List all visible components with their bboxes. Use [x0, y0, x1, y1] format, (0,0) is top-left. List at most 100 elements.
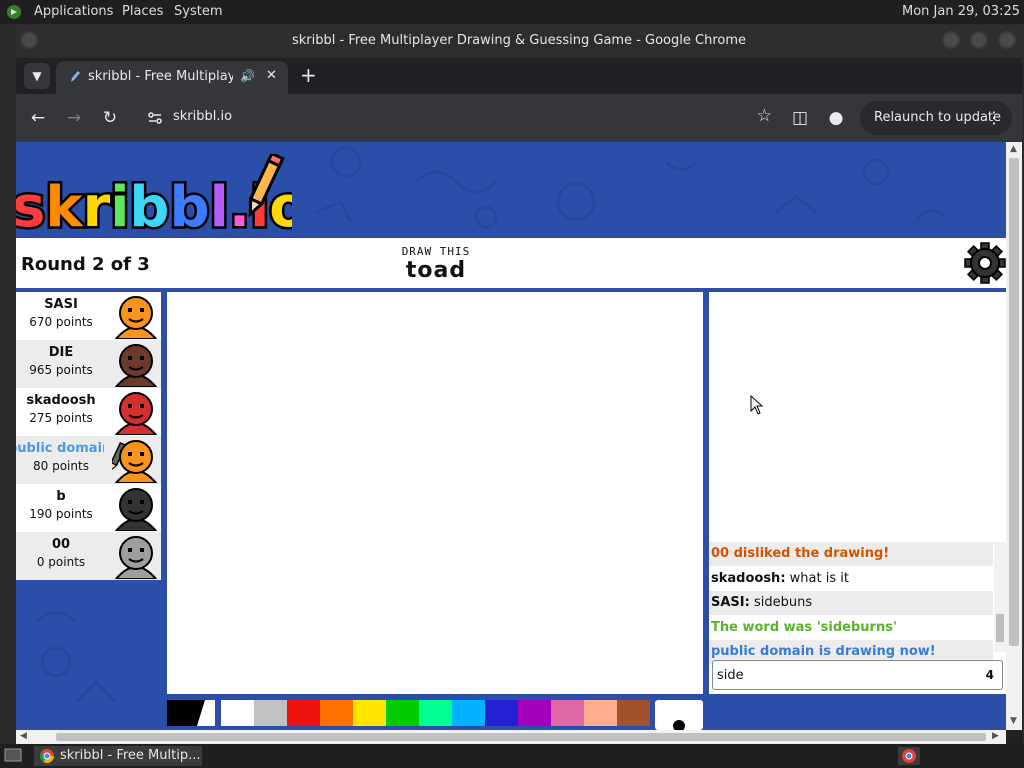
color-swatch[interactable] [584, 700, 617, 726]
taskbar-chrome-window[interactable]: skribbl - Free Multip... [34, 746, 202, 766]
page-scroll-thumb[interactable] [1009, 158, 1019, 646]
scroll-down-arrow-icon[interactable]: ▼ [1010, 716, 1017, 726]
player-name: SASI [44, 297, 78, 312]
player-name: skadoosh [26, 393, 96, 408]
player-row[interactable]: 00 0 points [16, 532, 161, 580]
clock[interactable]: Mon Jan 29, 03:25 [902, 4, 1020, 19]
minimize-button[interactable] [942, 31, 960, 49]
brush-dot-icon [673, 720, 685, 730]
color-swatch-black-white[interactable] [167, 700, 215, 726]
tray-chrome-icon[interactable] [898, 747, 920, 765]
current-word: toad [405, 258, 467, 283]
page-vertical-scrollbar[interactable]: ▲ ▼ [1006, 142, 1022, 730]
color-swatch[interactable] [518, 700, 551, 726]
color-swatch[interactable] [452, 700, 485, 726]
color-swatch[interactable] [254, 700, 287, 726]
pencil-favicon-icon [71, 71, 80, 82]
color-swatch[interactable] [551, 700, 584, 726]
tab-search-button[interactable]: ▼ [24, 63, 50, 89]
site-info-icon[interactable] [146, 109, 164, 127]
browser-window: skribbl - Free Multiplayer Drawing & Gue… [16, 26, 1022, 744]
player-row[interactable]: DIE 965 points [16, 340, 161, 388]
color-swatch[interactable] [485, 700, 518, 726]
forward-arrow-icon[interactable]: → [62, 106, 86, 130]
color-swatch[interactable] [617, 700, 650, 726]
game-header: Round 2 of 3 DRAW THIS toad [16, 238, 1006, 288]
drawing-canvas[interactable] [167, 292, 703, 694]
scroll-left-arrow-icon[interactable]: ◀ [20, 731, 27, 741]
player-avatar [114, 488, 158, 531]
chat-panel: 00 disliked the drawing! skadoosh: what i… [709, 292, 1006, 694]
browser-toolbar: ← → ↻ skribbl.io ☆ ◫ ● Relaunch to updat… [16, 94, 1022, 142]
guess-input-value[interactable]: side [717, 668, 744, 683]
player-name: public domain (You) [16, 441, 104, 456]
chat-text: public domain is drawing now! [711, 644, 936, 659]
player-avatar [114, 392, 158, 435]
back-arrow-icon[interactable]: ← [26, 106, 50, 130]
player-list: SASI 670 points DIE 965 points skadoosh 275 p… [16, 292, 161, 580]
close-window-button[interactable] [998, 31, 1016, 49]
chat-text: what is it [785, 570, 849, 586]
player-points: 965 points [29, 363, 93, 377]
player-points: 275 points [29, 411, 93, 425]
tab-skribbl[interactable]: skribbl - Free Multiplayer Drawing & Gue… [56, 61, 288, 94]
kebab-menu-icon[interactable]: ⋮ [986, 101, 1002, 135]
chat-text: The word was 'sideburns' [711, 619, 897, 635]
player-points: 80 points [33, 459, 89, 473]
color-palette [167, 700, 707, 730]
player-points: 190 points [29, 507, 93, 521]
chat-scrollbar[interactable] [994, 542, 1006, 652]
guess-char-count: 4 [985, 668, 994, 682]
new-tab-button[interactable]: + [300, 64, 317, 86]
player-row[interactable]: b 190 points [16, 484, 161, 532]
player-avatar [114, 536, 158, 579]
color-swatch[interactable] [419, 700, 452, 726]
player-name: 00 [51, 537, 71, 552]
color-swatch[interactable] [353, 700, 386, 726]
taskbar-item-label: skribbl - Free Multip... [60, 748, 201, 763]
relaunch-button[interactable]: Relaunch to update ⋮ [860, 101, 1012, 135]
color-swatch[interactable] [221, 700, 254, 726]
side-panel-icon[interactable]: ◫ [788, 106, 812, 130]
reload-icon[interactable]: ↻ [98, 106, 122, 130]
url-text[interactable]: skribbl.io [173, 109, 232, 124]
relaunch-label: Relaunch to update [874, 110, 1002, 125]
menu-applications[interactable]: Applications [34, 4, 113, 19]
chat-text: sidebuns [749, 595, 813, 610]
scroll-up-arrow-icon[interactable]: ▲ [1010, 144, 1017, 154]
profile-icon[interactable]: ● [824, 106, 848, 130]
player-avatar [112, 440, 158, 483]
page-horizontal-scrollbar[interactable]: ◀ ▶ [16, 730, 1006, 744]
tab-strip: ▼ skribbl - Free Multiplayer Drawing & G… [16, 58, 1022, 94]
color-swatch[interactable] [320, 700, 353, 726]
brush-size-preview[interactable] [655, 700, 703, 730]
color-swatch[interactable] [386, 700, 419, 726]
settings-gear-icon[interactable] [964, 242, 1006, 284]
chat-message: skadoosh: what is it [709, 567, 993, 591]
player-row[interactable]: public domain (You) 80 points [16, 436, 161, 484]
chrome-icon [40, 749, 54, 763]
close-tab-icon[interactable]: ✕ [266, 68, 277, 83]
address-bar[interactable]: skribbl.io ☆ [136, 100, 772, 136]
window-titlebar[interactable]: skribbl - Free Multiplayer Drawing & Gue… [16, 26, 1022, 58]
menu-system[interactable]: System [174, 4, 222, 19]
page-hscroll-thumb[interactable] [56, 733, 986, 741]
maximize-button[interactable] [970, 31, 988, 49]
bookmark-star-icon[interactable]: ☆ [757, 106, 772, 126]
chat-scroll-thumb[interactable] [996, 614, 1004, 642]
desktop-top-panel: Applications Places System Mon Jan 29, 0… [0, 0, 1024, 24]
guess-input[interactable]: side 4 [712, 660, 1003, 690]
player-name: DIE [48, 345, 74, 360]
tab-title: skribbl - Free Multiplayer Drawing & Gue… [88, 69, 233, 84]
show-desktop-icon[interactable] [4, 748, 22, 764]
distro-logo-icon[interactable] [6, 4, 22, 20]
player-row[interactable]: skadoosh 275 points [16, 388, 161, 436]
color-swatch[interactable] [287, 700, 320, 726]
window-menu-button[interactable] [20, 31, 38, 49]
player-avatar [114, 344, 158, 387]
speaker-icon[interactable]: 🔊 [240, 69, 255, 83]
player-row[interactable]: SASI 670 points [16, 292, 161, 340]
chat-text: 00 disliked the drawing! [711, 546, 890, 561]
menu-places[interactable]: Places [122, 4, 163, 19]
scroll-right-arrow-icon[interactable]: ▶ [992, 731, 999, 741]
